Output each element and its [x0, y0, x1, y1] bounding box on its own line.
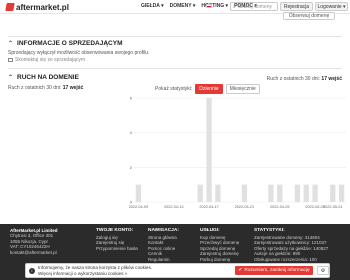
visits-label: Ruch z ostatnich 30 dni:: [8, 85, 62, 91]
bar: [330, 184, 336, 202]
cookie-banner: i Informujemy, że nasza strona korzysta …: [25, 263, 330, 278]
visits-summary-left: Ruch z ostatnich 30 dni: 17 wejść: [8, 85, 83, 91]
logo-icon: [5, 3, 15, 11]
footer-link[interactable]: Przypomnienie hasła: [96, 246, 138, 251]
bar: [277, 184, 283, 202]
traffic-title-text: RUCH NA DOMENIE: [17, 74, 79, 81]
bar: [241, 184, 248, 202]
footer-stat: Obsługiwane rozszerzenia: 100: [254, 256, 317, 262]
y-tick-label: 6: [130, 96, 133, 101]
info-icon: i: [29, 267, 35, 274]
x-tick-label: 2022-04-29: [305, 205, 324, 209]
nav-item-gielda[interactable]: GIEŁDA ▾: [141, 3, 164, 9]
bar: [303, 184, 309, 202]
toggle-monthly-button[interactable]: Miesięcznie: [225, 84, 260, 94]
bar: [215, 184, 221, 202]
search-input[interactable]: ⌕ Szukaj domeny: [230, 2, 278, 11]
x-tick-label: 2022-04-25: [270, 205, 289, 209]
footer-column-title: NAWIGACJA:: [148, 228, 179, 233]
bar: [268, 184, 274, 202]
footer-account-column: TWOJE KONTO: Zaloguj się Zarejestruj się…: [96, 228, 138, 251]
contact-seller-label: Skontaktuj się ze sprzedającym: [15, 57, 86, 63]
accept-cookies-button[interactable]: ✔ Rozumiem, zamknij informację: [235, 266, 313, 275]
x-tick-label: 2022-05-01: [323, 205, 342, 209]
footer-column-title: TWOJE KONTO:: [96, 228, 134, 233]
x-tick-label: 2022-04-21: [235, 205, 254, 209]
cookie-more-link[interactable]: Więcej informacji o wykorzystaniu cookie…: [38, 271, 152, 276]
footer-link[interactable]: Zarejestruj domenę: [200, 251, 239, 256]
bar: [135, 184, 142, 202]
nav-item-domeny[interactable]: DOMENY ▾: [170, 3, 196, 9]
settings-icon[interactable]: ⚙: [317, 266, 329, 275]
observe-domain-button[interactable]: Obserwuj domenę: [283, 12, 335, 20]
search-placeholder: Szukaj domeny: [237, 3, 272, 10]
y-tick-label: 4: [130, 130, 133, 135]
chevron-up-icon: ⌃: [8, 41, 14, 47]
bar: [197, 184, 203, 202]
visits-summary-right: Ruch z ostatnich 30 dni: 17 wejść: [267, 76, 342, 82]
divider: [8, 36, 342, 37]
contact-seller-link[interactable]: Skontaktuj się ze sprzedającym: [8, 57, 85, 63]
stats-toggle: Pokaż statystyki: Dziennie Miesięcznie: [155, 84, 260, 94]
logo[interactable]: aftermarket.pl: [5, 2, 69, 12]
visits-value: 17 wejść: [321, 76, 342, 82]
accept-cookies-label: Rozumiem, zamknij informację: [244, 268, 310, 273]
traffic-chart: 0 2 4 6 2022-04-09 2022-04-13 2022-04-17 2022-0…: [129, 96, 346, 209]
footer-company: AfterMarket.pl Limited Chytrusi 3, Offic…: [10, 228, 58, 255]
seller-section-title[interactable]: ⌃ INFORMACJE O SPRZEDAJĄCYM: [8, 40, 123, 47]
seller-title-text: INFORMACJE O SPRZEDAJĄCYM: [17, 40, 123, 47]
x-tick-label: 2022-04-17: [199, 205, 218, 209]
footer-services-column: USŁUGI: Kup domenę Przechwyć domenę Sprz…: [200, 228, 239, 262]
company-email-link[interactable]: kontakt@aftermarket.pl: [10, 250, 58, 255]
y-tick-label: 0: [130, 200, 133, 205]
footer-navigation-column: NAWIGACJA: Strona główna Kontakt Pomoc o…: [148, 228, 179, 262]
footer-stats-column: STATYSTYKI: Zarejestrowane domeny: 41460…: [254, 228, 328, 262]
seller-info-text: Sprzedający wyłączył możliwość obserwowa…: [8, 50, 150, 56]
footer-column-title: STATYSTYKI:: [254, 228, 285, 233]
traffic-section-title[interactable]: ⌃ RUCH NA DOMENIE: [8, 74, 79, 81]
bar: [312, 184, 318, 202]
check-icon: ✔: [238, 268, 243, 273]
envelope-icon: [8, 58, 13, 62]
bar: [338, 184, 345, 202]
x-tick-label: 2022-04-13: [164, 205, 183, 209]
toggle-daily-button[interactable]: Dziennie: [195, 84, 223, 94]
footer-link[interactable]: Regulamin: [148, 257, 179, 262]
bar: [206, 98, 212, 202]
stats-toggle-label: Pokaż statystyki:: [155, 86, 193, 92]
language-flag-icon[interactable]: [206, 4, 212, 8]
visits-label: Ruch z ostatnich 30 dni:: [266, 76, 321, 82]
search-icon: ⌕: [233, 3, 236, 10]
y-tick-label: 2: [130, 165, 133, 170]
visits-value: 17 wejść: [62, 85, 84, 91]
divider: [8, 68, 342, 69]
cookie-message: Informujemy, że nasza strona korzysta z …: [38, 265, 153, 271]
logo-text: aftermarket.pl: [16, 2, 69, 12]
bar: [294, 184, 301, 202]
register-button[interactable]: Rejestracja: [280, 2, 313, 11]
x-tick-label: 2022-04-09: [129, 205, 148, 209]
footer-link[interactable]: Parkuj domenę: [200, 257, 239, 262]
footer-column-title: USŁUGI:: [200, 228, 220, 233]
login-button[interactable]: Logowanie ▾: [315, 2, 348, 11]
cookie-text: Informujemy, że nasza strona korzysta z …: [38, 265, 152, 275]
chevron-up-icon: ⌃: [8, 75, 14, 81]
